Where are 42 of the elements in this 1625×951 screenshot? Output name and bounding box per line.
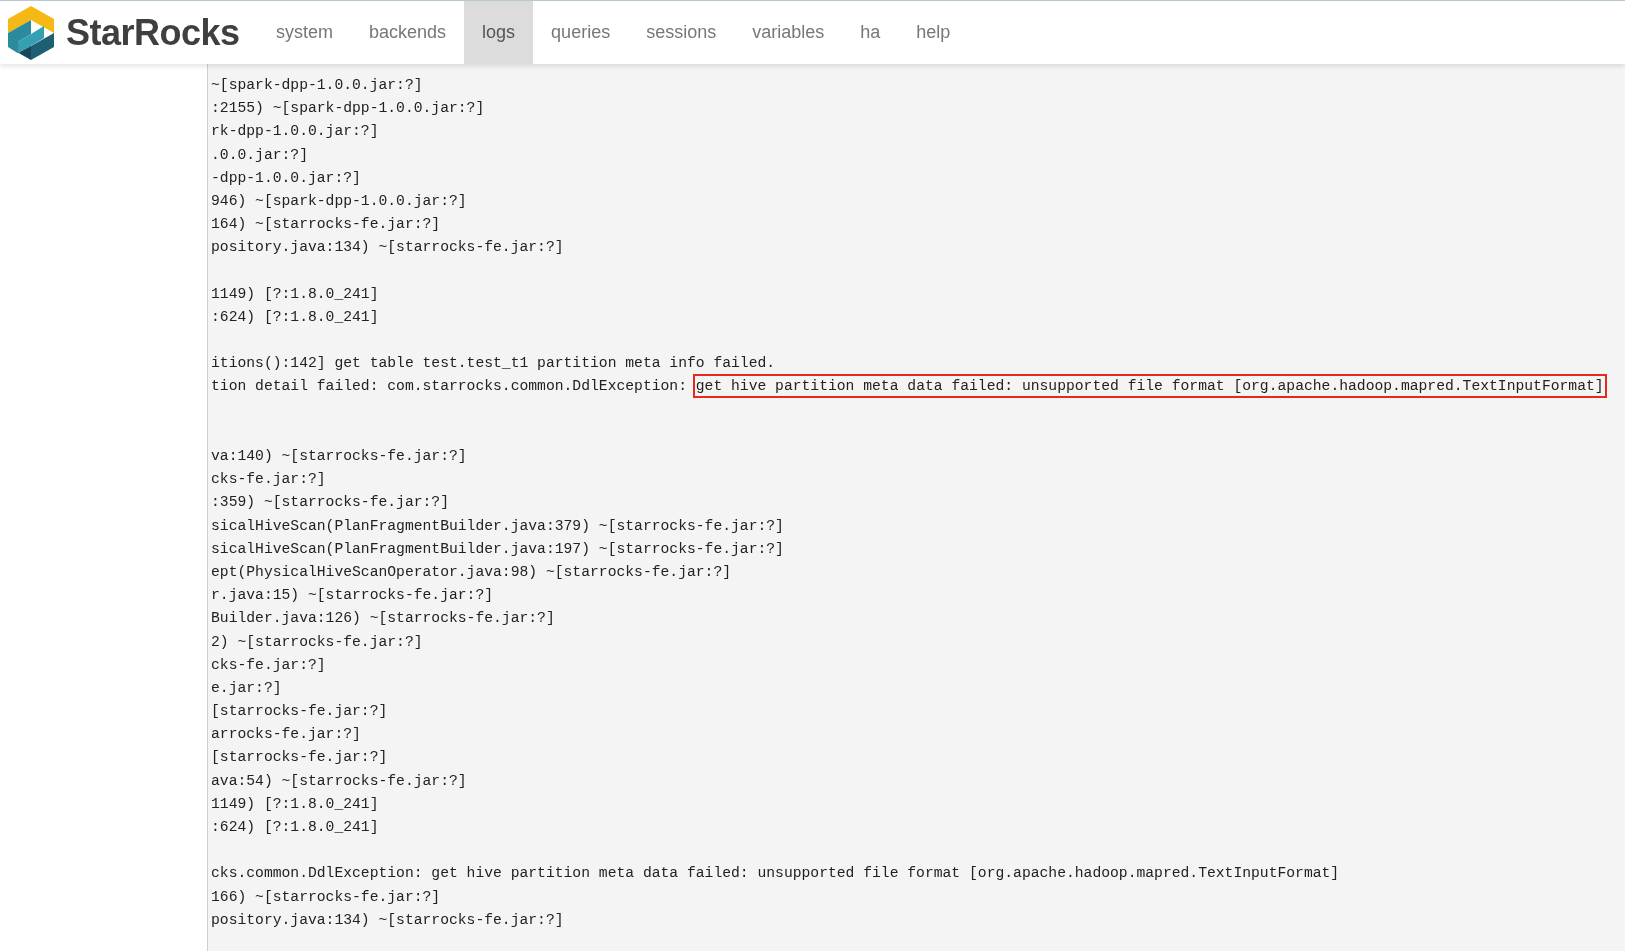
nav-tab[interactable]: help: [898, 1, 969, 64]
log-line: :359) ~[starrocks-fe.jar:?]: [211, 494, 449, 511]
nav-tab[interactable]: sessions: [628, 1, 735, 64]
highlighted-error-text: get hive partition meta data failed: unsupported file format [org.apache.hadoop.mapred.TextInputFormat]: [695, 377, 1604, 396]
nav-tab[interactable]: backends: [351, 1, 465, 64]
log-line: r.java:15) ~[starrocks-fe.jar:?]: [211, 587, 494, 604]
log-line: 1149) [?:1.8.0_241]: [211, 795, 379, 812]
nav-tab[interactable]: queries: [533, 1, 629, 64]
log-line: 1149) [?:1.8.0_241]: [211, 285, 379, 302]
log-line: cks-fe.jar:?]: [211, 656, 326, 673]
log-line: e.jar:?]: [211, 679, 282, 696]
log-line: 164) ~[starrocks-fe.jar:?]: [211, 216, 441, 233]
log-line: ept(PhysicalHiveScanOperator.java:98) ~[starrocks-fe.jar:?]: [211, 563, 732, 580]
log-line: :624) [?:1.8.0_241]: [211, 308, 379, 325]
log-line: .0.0.jar:?]: [211, 146, 308, 163]
log-line: sicalHiveScan(PlanFragmentBuilder.java:197) ~[starrocks-fe.jar:?]: [211, 540, 784, 557]
log-line: sicalHiveScan(PlanFragmentBuilder.java:379) ~[starrocks-fe.jar:?]: [211, 517, 784, 534]
log-line: ava:54) ~[starrocks-fe.jar:?]: [211, 772, 467, 789]
nav-tab[interactable]: ha: [842, 1, 899, 64]
log-line: -dpp-1.0.0.jar:?]: [211, 169, 361, 186]
log-line: rk-dpp-1.0.0.jar:?]: [211, 123, 379, 140]
nav-tab[interactable]: system: [258, 1, 351, 64]
brand-name: StarRocks: [66, 11, 240, 54]
log-line: 166) ~[starrocks-fe.jar:?]: [211, 888, 441, 905]
log-line: tion detail failed: com.starrocks.common.DdlException:: [211, 378, 688, 395]
log-line: [starrocks-fe.jar:?]: [211, 703, 388, 720]
log-line: ~[spark-dpp-1.0.0.jar:?]: [211, 77, 423, 93]
log-line: va:140) ~[starrocks-fe.jar:?]: [211, 448, 467, 464]
nav-tab[interactable]: logs: [464, 1, 534, 64]
log-line: 2) ~[starrocks-fe.jar:?]: [211, 633, 423, 650]
log-line: 946) ~[spark-dpp-1.0.0.jar:?]: [211, 192, 467, 209]
log-line: pository.java:134) ~[starrocks-fe.jar:?]: [211, 239, 564, 256]
nav-tab[interactable]: variables: [734, 1, 843, 64]
log-line: Builder.java:126) ~[starrocks-fe.jar:?]: [211, 610, 555, 627]
log-line: cks.common.DdlException: get hive partition meta data failed: unsupported file format [org.apache.hadoop.mapred.TextInputFormat]: [211, 865, 1340, 882]
log-line: pository.java:134) ~[starrocks-fe.jar:?]: [211, 911, 564, 928]
log-line: :2155) ~[spark-dpp-1.0.0.jar:?]: [211, 100, 485, 117]
log-line: cks-fe.jar:?]: [211, 471, 326, 488]
log-line: [starrocks-fe.jar:?]: [211, 749, 388, 766]
log-line: arrocks-fe.jar:?]: [211, 726, 361, 743]
log-line: :624) [?:1.8.0_241]: [211, 819, 379, 835]
log-line: itions():142] get table test.test_t1 partition meta info failed.: [211, 355, 776, 372]
